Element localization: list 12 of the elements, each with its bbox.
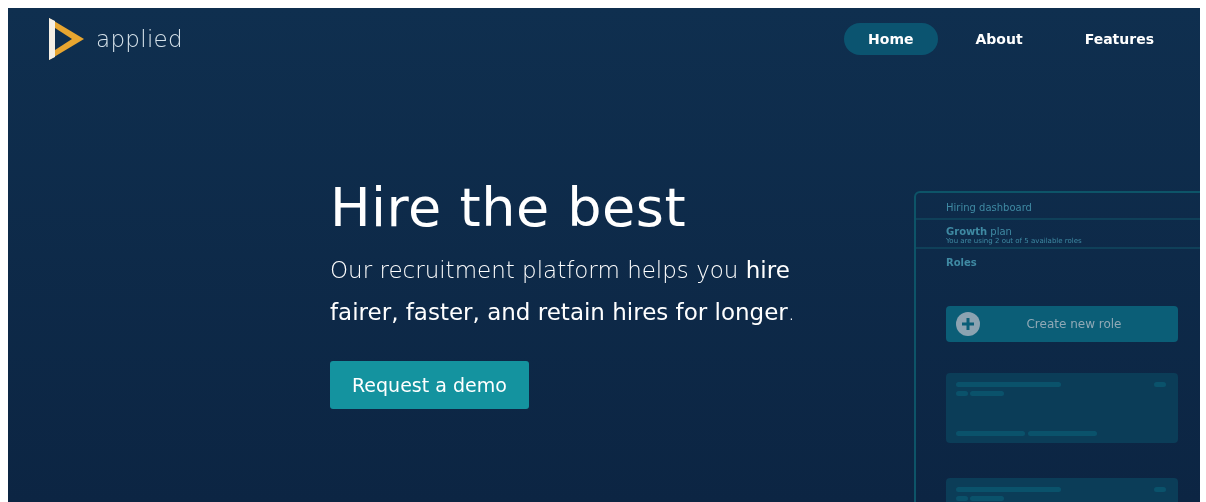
roles-heading: Roles: [945, 256, 978, 270]
hero-title: Hire the best: [330, 176, 688, 239]
dashboard-title: Hiring dashboard: [946, 202, 1032, 213]
request-demo-button[interactable]: Request a demo: [330, 361, 529, 409]
nav-tab[interactable]: Features: [1060, 23, 1178, 55]
nav-tab[interactable]: About: [951, 23, 1047, 55]
logo-icon: [46, 16, 86, 62]
logo-text: applied: [96, 26, 183, 52]
plus-icon: [956, 312, 980, 336]
nav-tab[interactable]: Home: [844, 23, 938, 55]
hero-subtitle: Our recruitment platform helps you hire fairer, faster, and retain hires for longer.: [330, 256, 797, 327]
plan-name: Growth plan: [946, 226, 1012, 237]
